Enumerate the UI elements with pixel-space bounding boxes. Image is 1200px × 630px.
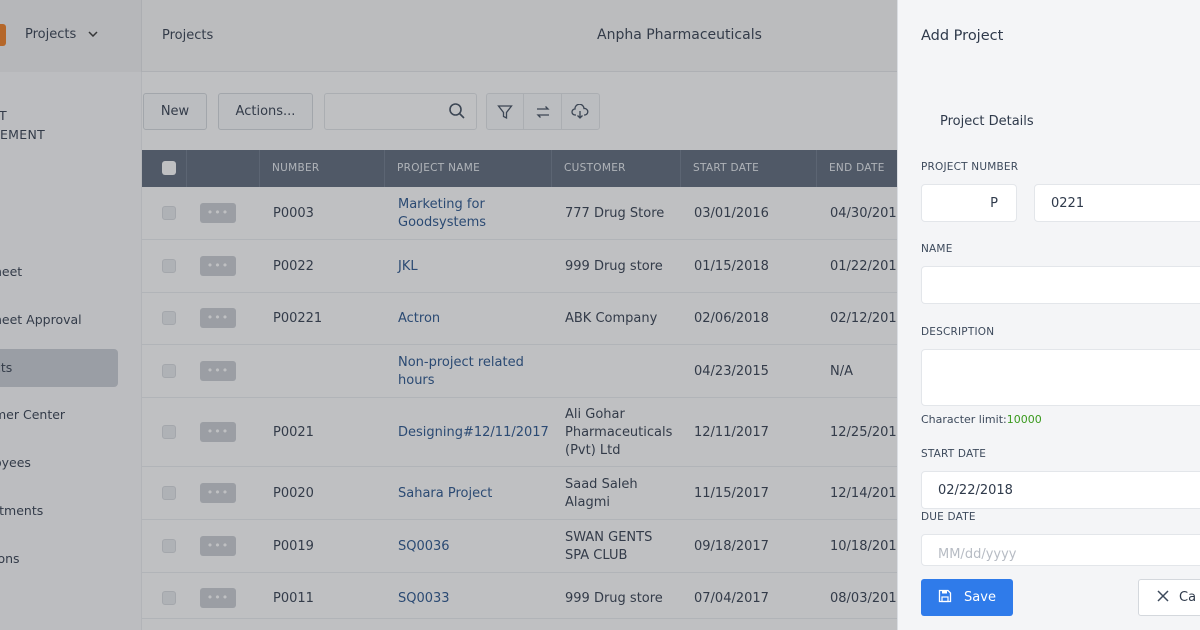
save-button-label: Save (964, 590, 996, 605)
name-label: NAME (921, 243, 953, 255)
due-date-input[interactable] (922, 535, 1200, 565)
cancel-button-label: Ca (1179, 590, 1197, 605)
start-date-label: START DATE (921, 448, 987, 460)
close-icon (1157, 589, 1169, 606)
project-number-label: PROJECT NUMBER (921, 161, 1019, 173)
name-input[interactable] (922, 267, 1200, 303)
description-box (921, 349, 1200, 406)
start-date-input[interactable] (922, 472, 1200, 508)
description-textarea[interactable] (922, 350, 1200, 405)
cancel-button[interactable]: Ca (1138, 579, 1200, 616)
panel-title: Add Project (921, 28, 1004, 44)
character-limit-label: Character limit: (921, 413, 1007, 426)
add-project-panel: Add Project Project Details PROJECT NUMB… (897, 0, 1200, 630)
character-limit-value: 10000 (1006, 413, 1042, 426)
modal-backdrop[interactable] (0, 0, 897, 630)
due-date-box (921, 534, 1200, 566)
project-prefix-input[interactable] (922, 185, 1016, 221)
name-box (921, 266, 1200, 304)
save-button[interactable]: Save (921, 579, 1013, 616)
project-number-input[interactable] (1035, 185, 1200, 221)
section-title: Project Details (940, 114, 1034, 129)
start-date-box (921, 471, 1200, 509)
character-limit: Character limit:10000 (921, 413, 1042, 426)
project-number-box (1034, 184, 1200, 222)
due-date-label: DUE DATE (921, 511, 976, 523)
save-icon (938, 589, 952, 607)
project-prefix-box (921, 184, 1017, 222)
description-label: DESCRIPTION (921, 326, 995, 338)
